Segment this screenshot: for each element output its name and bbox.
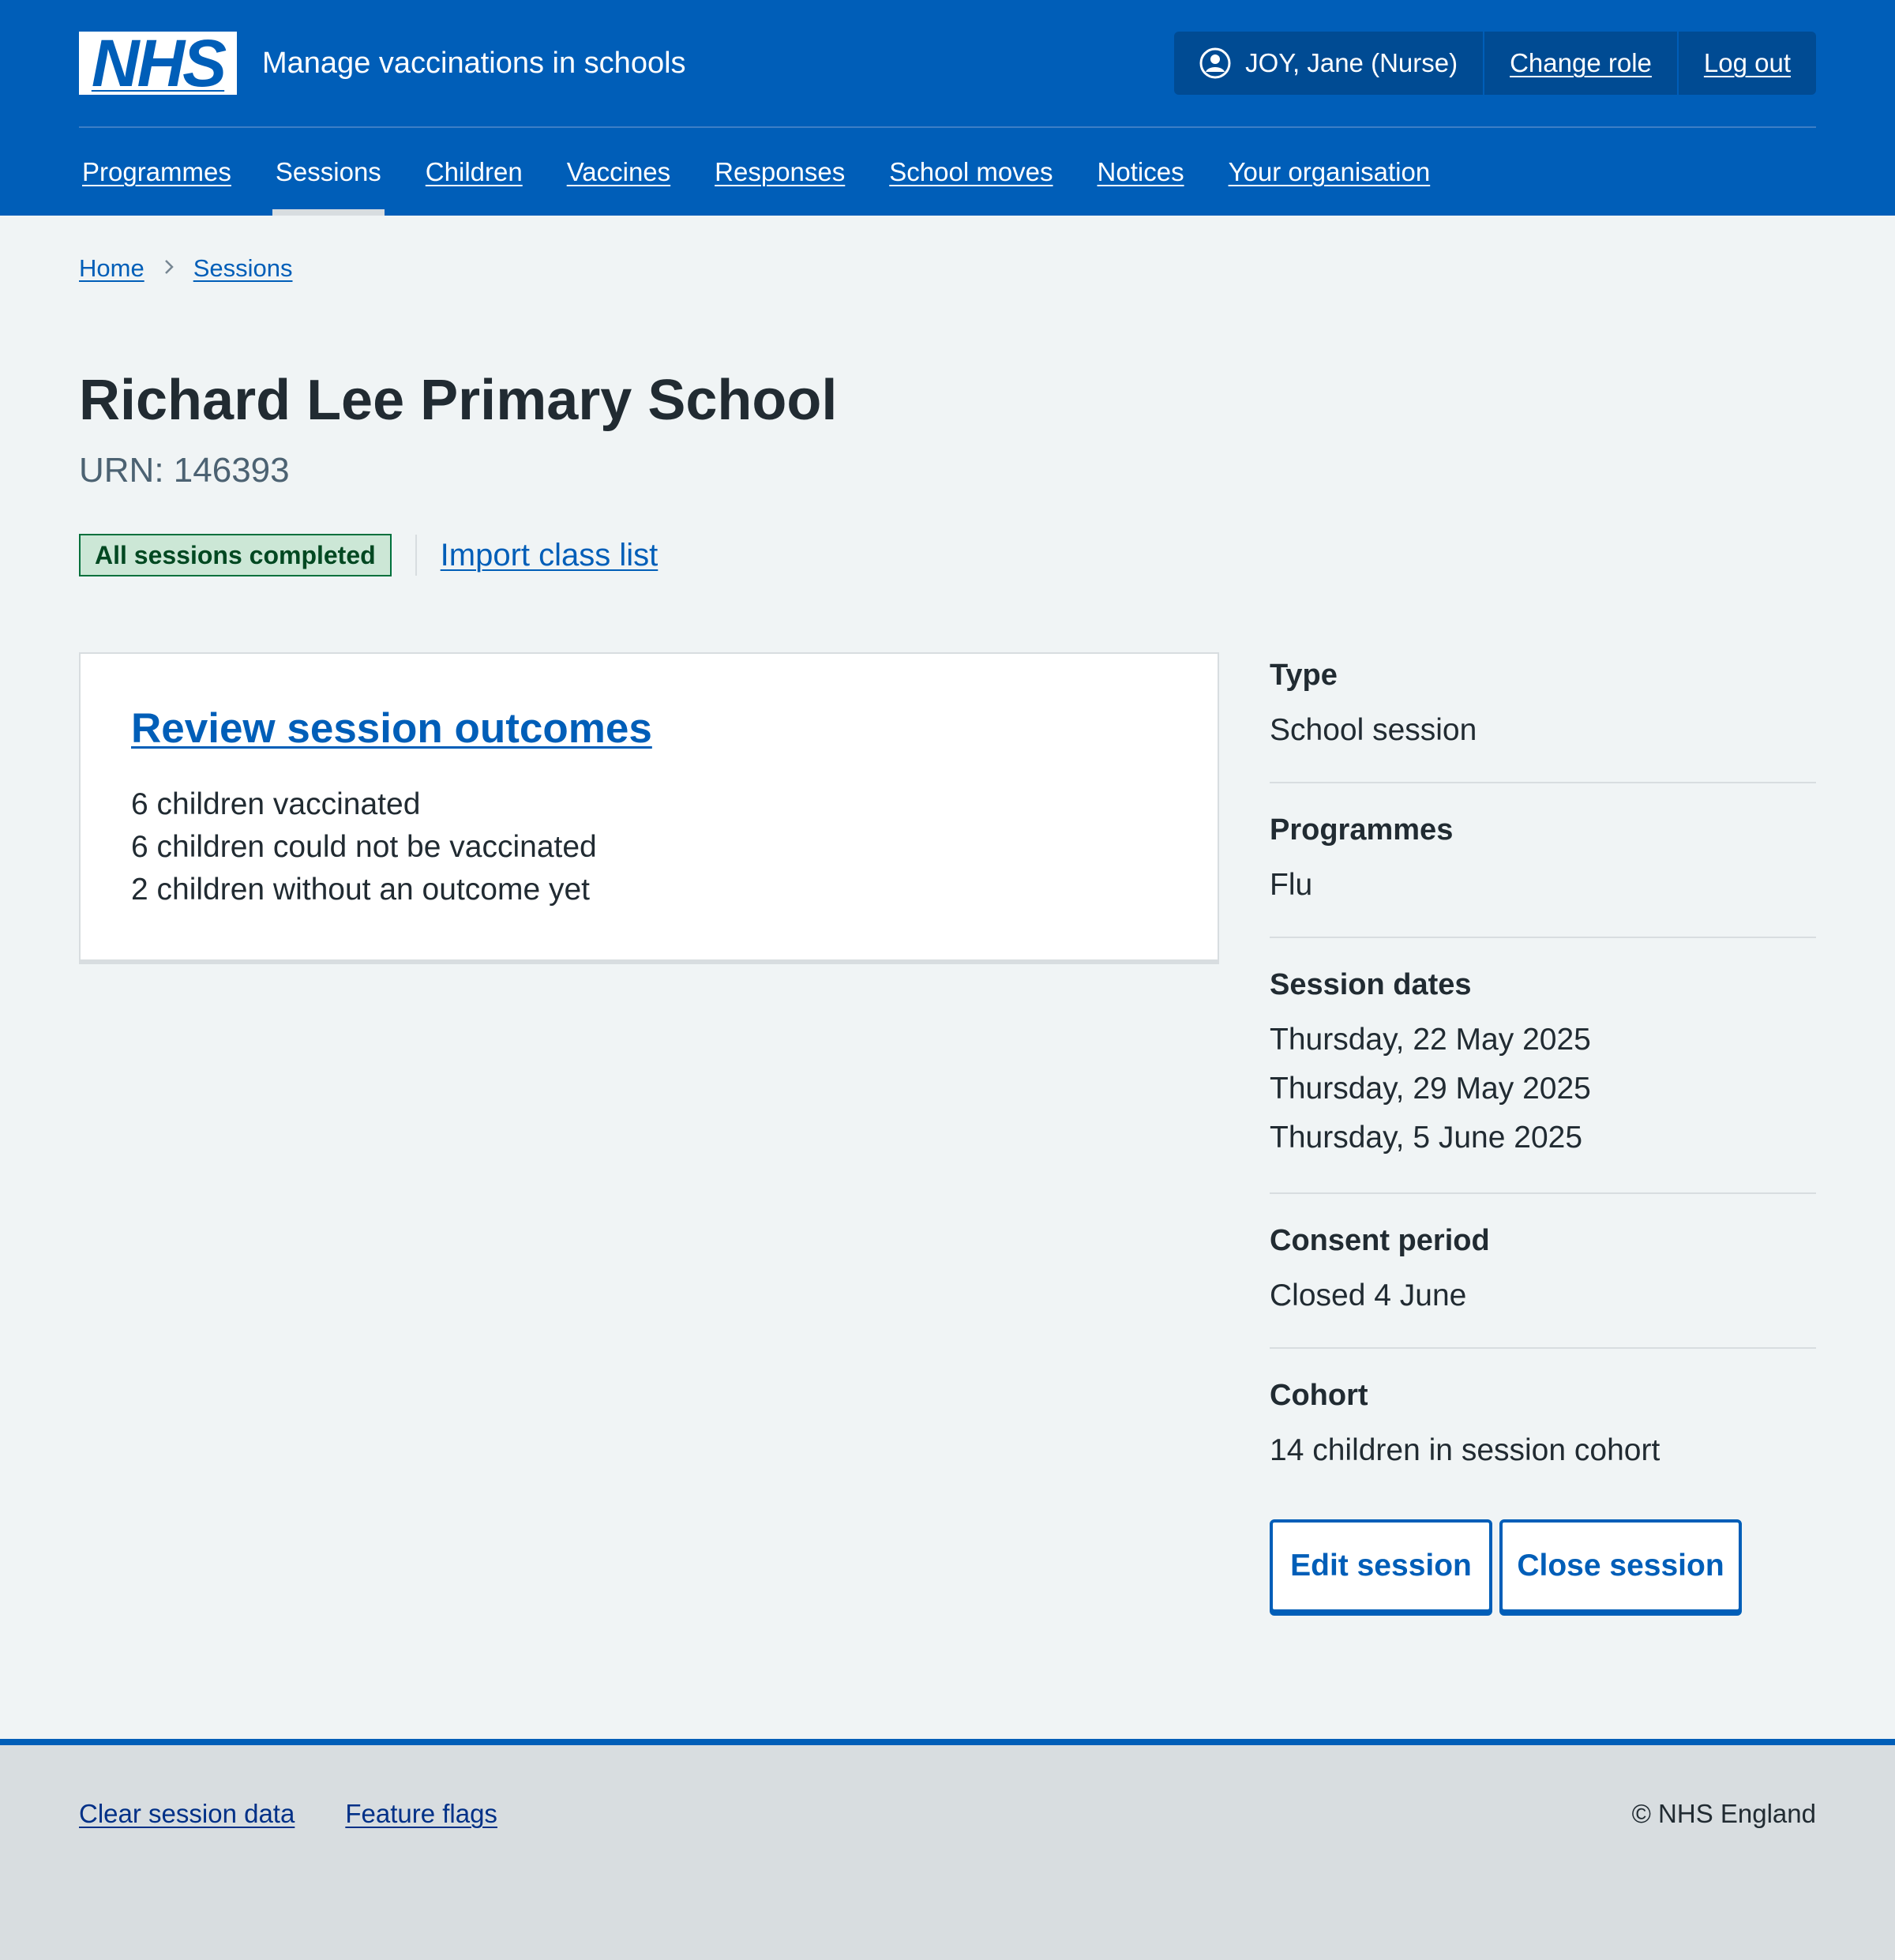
nav-link-sessions[interactable]: Sessions xyxy=(276,157,381,187)
outcome-vaccinated: 6 children vaccinated xyxy=(131,787,421,821)
outcome-could-not-vaccinate: 6 children could not be vaccinated xyxy=(131,830,597,864)
nav-item-notices: Notices xyxy=(1094,128,1188,216)
nav-item-school-moves: School moves xyxy=(886,128,1056,216)
summary-key: Cohort xyxy=(1270,1379,1368,1412)
log-out-link[interactable]: Log out xyxy=(1704,48,1791,78)
summary-value: Thursday, 22 May 2025 Thursday, 29 May 2… xyxy=(1270,1016,1816,1162)
account-bar: JOY, Jane (Nurse) Change role Log out xyxy=(1174,32,1816,95)
breadcrumb-home[interactable]: Home xyxy=(79,254,144,283)
summary-key: Type xyxy=(1270,659,1338,692)
nhs-logo-text: NHS xyxy=(91,26,227,100)
breadcrumb: Home Sessions xyxy=(79,254,293,283)
session-summary-list: Type School session Programmes Flu Sessi… xyxy=(1270,652,1816,1475)
summary-row-consent-period: Consent period Closed 4 June xyxy=(1270,1194,1816,1349)
summary-row-session-dates: Session dates Thursday, 22 May 2025 Thur… xyxy=(1270,938,1816,1194)
import-class-list-link[interactable]: Import class list xyxy=(441,538,659,573)
primary-navigation: Programmes Sessions Children Vaccines Re… xyxy=(79,128,1816,216)
clear-session-data-link[interactable]: Clear session data xyxy=(79,1799,295,1829)
session-date: Thursday, 22 May 2025 xyxy=(1270,1023,1591,1057)
service-name: Manage vaccinations in schools xyxy=(262,47,686,80)
copyright: © NHS England xyxy=(1631,1799,1816,1828)
nav-link-your-organisation[interactable]: Your organisation xyxy=(1229,157,1431,187)
card-heading: Review session outcomes xyxy=(131,703,652,755)
status-row: All sessions completed Import class list xyxy=(79,534,658,576)
summary-key: Consent period xyxy=(1270,1224,1490,1257)
account-log-out: Log out xyxy=(1676,32,1816,95)
summary-row-cohort: Cohort 14 children in session cohort xyxy=(1270,1349,1816,1475)
nav-item-programmes: Programmes xyxy=(79,128,235,216)
session-date: Thursday, 29 May 2025 xyxy=(1270,1072,1591,1106)
account-change-role: Change role xyxy=(1483,32,1677,95)
nav-link-school-moves[interactable]: School moves xyxy=(889,157,1053,187)
summary-row-type: Type School session xyxy=(1270,652,1816,783)
account-user-name: JOY, Jane (Nurse) xyxy=(1245,48,1458,77)
account-user: JOY, Jane (Nurse) xyxy=(1174,32,1483,95)
status-divider xyxy=(415,535,417,576)
summary-value: Closed 4 June xyxy=(1270,1279,1467,1312)
edit-session-button[interactable]: Edit session xyxy=(1270,1519,1492,1613)
nav-item-children: Children xyxy=(422,128,526,216)
nav-link-programmes[interactable]: Programmes xyxy=(82,157,231,187)
chevron-right-icon xyxy=(163,256,174,281)
summary-row-programmes: Programmes Flu xyxy=(1270,783,1816,938)
close-session-button[interactable]: Close session xyxy=(1499,1519,1742,1613)
nav-item-your-organisation: Your organisation xyxy=(1225,128,1434,216)
nav-item-sessions: Sessions xyxy=(272,128,385,216)
summary-value: School session xyxy=(1270,713,1477,747)
user-circle-icon xyxy=(1199,47,1231,79)
feature-flags-link[interactable]: Feature flags xyxy=(345,1799,497,1829)
nhs-logo[interactable]: NHS xyxy=(79,26,237,100)
status-badge: All sessions completed xyxy=(79,534,392,576)
summary-value: 14 children in session cohort xyxy=(1270,1433,1660,1467)
nav-link-vaccines[interactable]: Vaccines xyxy=(567,157,670,187)
outcome-summary: 6 children vaccinated 6 children could n… xyxy=(131,783,597,911)
summary-key: Programmes xyxy=(1270,813,1454,847)
review-session-outcomes-link[interactable]: Review session outcomes xyxy=(131,705,652,752)
session-outcomes-card: Review session outcomes 6 children vacci… xyxy=(79,652,1219,964)
breadcrumb-sessions[interactable]: Sessions xyxy=(193,254,293,283)
nav-item-responses: Responses xyxy=(711,128,848,216)
session-date: Thursday, 5 June 2025 xyxy=(1270,1121,1583,1155)
nav-item-vaccines: Vaccines xyxy=(564,128,674,216)
header-top: NHS Manage vaccinations in schools JOY, … xyxy=(79,26,1816,100)
nav-link-notices[interactable]: Notices xyxy=(1098,157,1184,187)
nav-link-children[interactable]: Children xyxy=(426,157,523,187)
site-header: NHS Manage vaccinations in schools JOY, … xyxy=(0,0,1895,216)
outcome-without-outcome: 2 children without an outcome yet xyxy=(131,873,591,907)
footer-links: Clear session data Feature flags xyxy=(79,1799,548,1829)
site-footer: Clear session data Feature flags © NHS E… xyxy=(0,1739,1895,1960)
summary-key: Session dates xyxy=(1270,968,1472,1001)
nav-link-responses[interactable]: Responses xyxy=(715,157,845,187)
summary-value: Flu xyxy=(1270,868,1313,902)
page-title: Richard Lee Primary School xyxy=(79,369,838,432)
change-role-link[interactable]: Change role xyxy=(1510,48,1652,78)
urn-caption: URN: 146393 xyxy=(79,451,290,490)
